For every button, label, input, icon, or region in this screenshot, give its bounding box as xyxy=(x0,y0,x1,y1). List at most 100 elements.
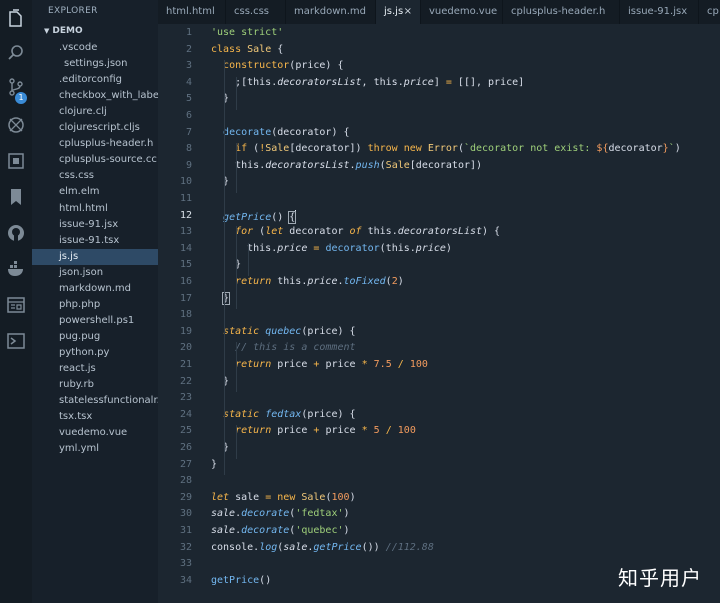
folder-demo[interactable]: ▼ DEMO xyxy=(44,26,83,36)
file-item-label: cplusplus-header.h xyxy=(59,138,154,150)
file-item[interactable]: .editorconfig xyxy=(32,72,158,88)
file-item-label: checkbox_with_label... xyxy=(59,90,158,102)
code-line[interactable]: } xyxy=(211,176,229,187)
file-item-label: settings.json xyxy=(64,58,128,70)
line-number: 8 xyxy=(185,143,192,155)
code-line[interactable]: } xyxy=(211,376,229,387)
line-number: 19 xyxy=(179,325,192,337)
tab-bar: html.html css.css markdown.md js.js × vuedemo… xyxy=(158,0,720,24)
code-line[interactable]: this.decoratorsList.push(Sale[decorator]… xyxy=(211,160,482,171)
line-number: 33 xyxy=(179,558,192,570)
code-line[interactable]: static fedtax(price) { xyxy=(211,409,355,420)
file-item[interactable]: clojurescript.cljs xyxy=(32,120,158,136)
file-item[interactable]: php.php xyxy=(32,297,158,313)
file-item[interactable]: pug.pug xyxy=(32,329,158,345)
tab-vuedemo-vue[interactable]: vuedemo.vue xyxy=(421,0,503,24)
code-line[interactable]: sale.decorate('quebec') xyxy=(211,525,350,536)
code-editor[interactable]: 1 'use strict' 2 class Sale {3 constructor(… xyxy=(158,24,720,603)
tab-js-js[interactable]: js.js × xyxy=(376,0,421,24)
file-item[interactable]: html.html xyxy=(32,201,158,217)
line-number: 23 xyxy=(179,392,192,404)
tab-label: markdown.md xyxy=(294,6,367,17)
file-item[interactable]: elm.elm xyxy=(32,184,158,200)
debug-icon[interactable] xyxy=(6,115,26,135)
files-icon[interactable] xyxy=(6,9,26,29)
close-icon[interactable]: × xyxy=(404,0,412,24)
file-item-label: statelessfunctionalr... xyxy=(59,395,158,407)
code-line[interactable]: getPrice() xyxy=(211,575,271,586)
file-item[interactable]: css.css xyxy=(32,168,158,184)
folder-label: DEMO xyxy=(52,26,83,36)
file-item-label: tsx.tsx xyxy=(59,411,93,423)
line-number: 24 xyxy=(179,408,192,420)
code-line[interactable]: class Sale { xyxy=(211,44,283,55)
file-item[interactable]: cplusplus-header.h xyxy=(32,136,158,152)
line-number: 4 xyxy=(185,76,192,88)
file-item[interactable]: .vscode xyxy=(32,40,158,56)
file-item[interactable]: js.js xyxy=(32,248,158,265)
tab-label: vuedemo.vue xyxy=(429,6,498,17)
file-item[interactable]: cplusplus-source.cc xyxy=(32,152,158,168)
line-number: 18 xyxy=(179,309,192,321)
line-number: 20 xyxy=(179,342,192,354)
code-line[interactable]: if (!Sale[decorator]) throw new Error(`d… xyxy=(211,143,681,154)
watermark: 知乎用户 xyxy=(618,566,702,590)
file-item[interactable]: powershell.ps1 xyxy=(32,313,158,329)
tab-html-html[interactable]: html.html xyxy=(158,0,226,24)
code-line[interactable]: } xyxy=(211,442,229,453)
file-item[interactable]: python.py xyxy=(32,345,158,361)
tab-markdown-md[interactable]: markdown.md xyxy=(286,0,376,24)
code-line[interactable]: decorate(decorator) { xyxy=(211,127,349,138)
tab-issue-91-jsx[interactable]: issue-91.jsx xyxy=(620,0,699,24)
file-item-label: clojure.clj xyxy=(59,106,107,118)
docker-icon[interactable] xyxy=(6,259,26,279)
file-item[interactable]: settings.json xyxy=(32,56,158,72)
bookmark-icon[interactable] xyxy=(6,187,26,207)
code-line[interactable]: return price + price * 5 / 100 xyxy=(211,425,416,436)
code-line[interactable]: constructor(price) { xyxy=(211,60,343,71)
code-line[interactable]: } xyxy=(211,93,229,104)
code-line[interactable]: } xyxy=(211,459,217,470)
search-icon[interactable] xyxy=(6,43,26,63)
code-line[interactable]: return price + price * 7.5 / 100 xyxy=(211,359,428,370)
line-number: 10 xyxy=(179,176,192,188)
code-line[interactable]: return this.price.toFixed(2) xyxy=(211,276,404,287)
file-item[interactable]: checkbox_with_label... xyxy=(32,88,158,104)
code-line[interactable]: static quebec(price) { xyxy=(211,326,355,337)
tab-cplusplus-header-h[interactable]: cplusplus-header.h xyxy=(503,0,620,24)
file-item[interactable]: statelessfunctionalr... xyxy=(32,393,158,409)
tab-css-css[interactable]: css.css xyxy=(226,0,286,24)
code-line[interactable]: for (let decorator of this.decoratorsLis… xyxy=(211,226,500,237)
code-line[interactable]: sale.decorate('fedtax') xyxy=(211,508,350,519)
file-item-label: python.py xyxy=(59,346,110,358)
indent-guide xyxy=(236,342,237,393)
code-line[interactable]: console.log(sale.getPrice()) //112.88 xyxy=(211,542,434,553)
code-line[interactable]: // this is a comment xyxy=(211,342,355,353)
github-icon[interactable] xyxy=(6,223,26,243)
indent-guide xyxy=(248,242,249,276)
file-item[interactable]: tsx.tsx xyxy=(32,409,158,425)
line-number: 9 xyxy=(185,159,192,171)
file-item[interactable]: issue-91.jsx xyxy=(32,217,158,233)
file-item[interactable]: ruby.rb xyxy=(32,377,158,393)
terminal-icon[interactable] xyxy=(6,331,26,351)
file-item[interactable]: json.json xyxy=(32,265,158,281)
file-item[interactable]: clojure.clj xyxy=(32,104,158,120)
file-item[interactable]: vuedemo.vue xyxy=(32,425,158,441)
tab-label: cp xyxy=(707,6,719,17)
file-item[interactable]: react.js xyxy=(32,361,158,377)
file-item[interactable]: issue-91.tsx xyxy=(32,233,158,249)
code-line[interactable]: let sale = new Sale(100) xyxy=(211,492,356,503)
tab-cp[interactable]: cp xyxy=(699,0,720,24)
code-line[interactable]: 'use strict' xyxy=(211,27,283,38)
browser-preview-icon[interactable] xyxy=(6,295,26,315)
code-line[interactable]: ;[this.decoratorsList, this.price] = [[]… xyxy=(211,77,524,88)
tab-label: cplusplus-header.h xyxy=(511,6,606,17)
file-item[interactable]: markdown.md xyxy=(32,281,158,297)
line-number: 14 xyxy=(179,242,192,254)
indent-guide xyxy=(236,226,237,310)
file-item[interactable]: yml.yml xyxy=(32,441,158,457)
line-number: 27 xyxy=(179,458,192,470)
code-line[interactable]: } xyxy=(211,291,231,305)
extensions-icon[interactable] xyxy=(6,151,26,171)
